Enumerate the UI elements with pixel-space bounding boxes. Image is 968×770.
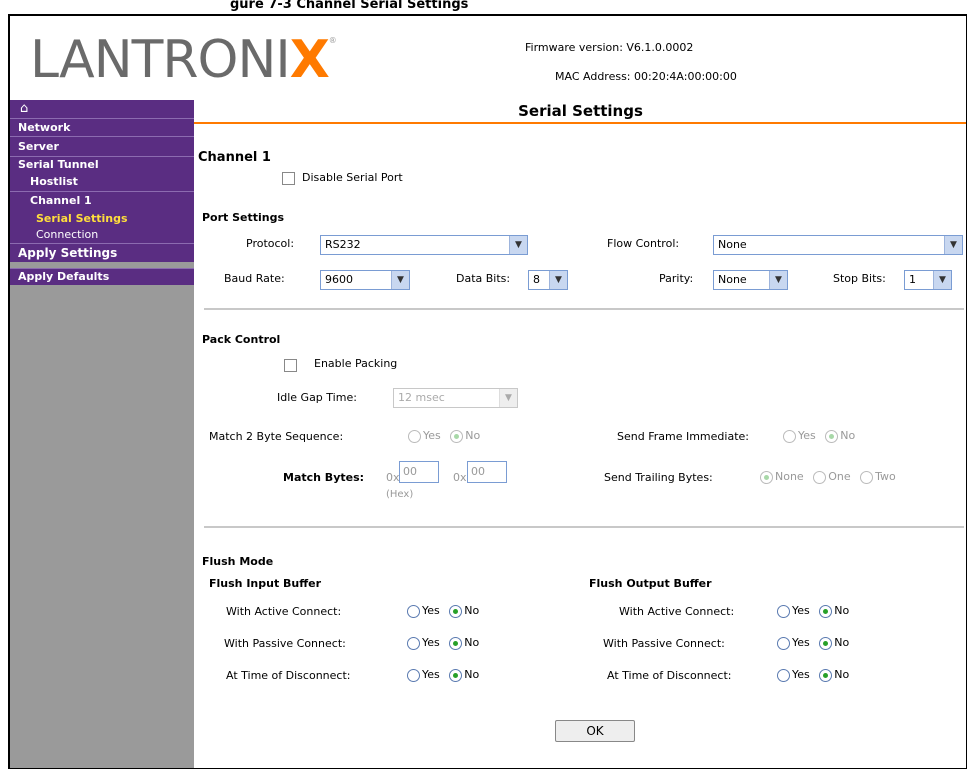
header: LANTRONIX® Firmware version: V6.1.0.0002…: [10, 16, 966, 98]
chevron-down-icon: ▼: [391, 271, 409, 289]
chevron-down-icon: ▼: [499, 389, 517, 407]
flush-input-passive-label: With Passive Connect:: [224, 637, 346, 650]
page-title: Serial Settings: [194, 100, 966, 124]
trailing-two-radio[interactable]: [860, 470, 874, 484]
flush-input-disconnect-label: At Time of Disconnect:: [226, 669, 351, 682]
flush-output-passive-yes-radio[interactable]: [777, 636, 790, 650]
lantronix-logo: LANTRONIX®: [30, 30, 337, 90]
sidebar-item-serial-tunnel[interactable]: Serial Tunnel: [10, 156, 194, 173]
trailing-one-radio[interactable]: [813, 470, 827, 484]
flush-output-disconnect-label: At Time of Disconnect:: [607, 669, 732, 682]
flush-output-disconnect-no-radio[interactable]: [819, 668, 833, 682]
baud-rate-label: Baud Rate:: [224, 272, 285, 285]
sidebar-item-channel-1[interactable]: Channel 1: [10, 191, 194, 210]
match-seq-no-radio[interactable]: [450, 429, 464, 443]
flow-control-label: Flow Control:: [607, 237, 680, 250]
browser-frame: LANTRONIX® Firmware version: V6.1.0.0002…: [8, 14, 967, 769]
match-seq-yes-radio[interactable]: [408, 429, 421, 443]
stop-bits-label: Stop Bits:: [833, 272, 886, 285]
match-bytes-hex-label: (Hex): [386, 489, 414, 500]
flush-output-active-no-radio[interactable]: [819, 604, 833, 618]
sidebar-item-apply-settings[interactable]: Apply Settings: [10, 243, 194, 262]
match-bytes-prefix-2: 0x: [453, 471, 467, 484]
firmware-version: Firmware version: V6.1.0.0002: [525, 41, 694, 54]
flush-output-passive-options: Yes No: [777, 636, 849, 650]
flush-input-passive-yes-radio[interactable]: [407, 636, 420, 650]
chevron-down-icon: ▼: [549, 271, 567, 289]
flush-input-active-label: With Active Connect:: [226, 605, 342, 618]
flush-output-active-options: Yes No: [777, 604, 849, 618]
stop-bits-select[interactable]: 1 ▼: [904, 270, 952, 290]
disable-serial-port-checkbox[interactable]: [282, 172, 295, 185]
flush-input-active-yes-radio[interactable]: [407, 604, 420, 618]
sidebar-item-serial-settings[interactable]: Serial Settings: [10, 210, 194, 227]
match-byte-2-input[interactable]: 00: [467, 461, 507, 483]
send-trailing-label: Send Trailing Bytes:: [604, 471, 713, 484]
enable-packing-label: Enable Packing: [314, 357, 398, 370]
idle-gap-select[interactable]: 12 msec ▼: [393, 388, 518, 408]
match-sequence-label: Match 2 Byte Sequence:: [209, 430, 344, 443]
mac-address: MAC Address: 00:20:4A:00:00:00: [555, 70, 737, 83]
protocol-select[interactable]: RS232 ▼: [320, 235, 528, 255]
parity-label: Parity:: [659, 272, 694, 285]
chevron-down-icon: ▼: [769, 271, 787, 289]
flush-output-active-label: With Active Connect:: [619, 605, 735, 618]
parity-select[interactable]: None ▼: [713, 270, 788, 290]
ok-button[interactable]: OK: [555, 720, 635, 742]
flush-input-disconnect-options: Yes No: [407, 668, 479, 682]
home-icon[interactable]: ⌂: [10, 100, 194, 118]
enable-packing-checkbox[interactable]: [284, 359, 297, 372]
sidebar-item-hostlist[interactable]: Hostlist: [10, 173, 194, 191]
match-byte-1-input[interactable]: 00: [399, 461, 439, 483]
flush-input-disconnect-no-radio[interactable]: [449, 668, 463, 682]
data-bits-select[interactable]: 8 ▼: [528, 270, 568, 290]
sidebar-item-network[interactable]: Network: [10, 118, 194, 136]
flush-output-heading: Flush Output Buffer: [589, 577, 712, 590]
flush-output-disconnect-yes-radio[interactable]: [777, 668, 790, 682]
send-frame-no-radio[interactable]: [825, 429, 839, 443]
send-frame-options: Yes No: [783, 429, 855, 443]
port-settings-heading: Port Settings: [202, 211, 285, 224]
flush-input-active-no-radio[interactable]: [449, 604, 463, 618]
flush-output-passive-label: With Passive Connect:: [603, 637, 725, 650]
chevron-down-icon: ▼: [509, 236, 527, 254]
idle-gap-label: Idle Gap Time:: [277, 391, 357, 404]
flush-input-passive-options: Yes No: [407, 636, 479, 650]
main-content: Serial Settings Channel 1 Disable Serial…: [194, 100, 966, 768]
match-bytes-prefix-1: 0x: [386, 471, 400, 484]
sidebar-item-server[interactable]: Server: [10, 136, 194, 156]
flush-output-active-yes-radio[interactable]: [777, 604, 790, 618]
flush-input-active-options: Yes No: [407, 604, 479, 618]
sidebar-item-apply-defaults[interactable]: Apply Defaults: [10, 268, 194, 285]
data-bits-label: Data Bits:: [456, 272, 511, 285]
flow-control-select[interactable]: None ▼: [713, 235, 963, 255]
send-frame-yes-radio[interactable]: [783, 429, 796, 443]
flush-input-disconnect-yes-radio[interactable]: [407, 668, 420, 682]
pack-control-heading: Pack Control: [202, 333, 281, 346]
baud-rate-select[interactable]: 9600 ▼: [320, 270, 410, 290]
match-bytes-label: Match Bytes:: [283, 471, 365, 484]
chevron-down-icon: ▼: [933, 271, 951, 289]
trailing-none-radio[interactable]: [760, 470, 773, 484]
send-trailing-options: None One Two: [760, 470, 896, 484]
flush-input-heading: Flush Input Buffer: [209, 577, 322, 590]
sidebar: ⌂ Network Server Serial Tunnel Hostlist …: [10, 100, 194, 768]
figure-caption: gure 7-3 Channel Serial Settings: [230, 0, 469, 12]
chevron-down-icon: ▼: [944, 236, 962, 254]
send-frame-label: Send Frame Immediate:: [617, 430, 749, 443]
disable-serial-port-label: Disable Serial Port: [302, 171, 403, 184]
sidebar-item-connection[interactable]: Connection: [10, 227, 194, 243]
flush-output-disconnect-options: Yes No: [777, 668, 849, 682]
divider: [204, 308, 964, 310]
divider: [204, 526, 964, 528]
match-sequence-options: Yes No: [408, 429, 480, 443]
protocol-label: Protocol:: [246, 237, 295, 250]
flush-input-passive-no-radio[interactable]: [449, 636, 463, 650]
channel-heading: Channel 1: [198, 150, 271, 165]
flush-output-passive-no-radio[interactable]: [819, 636, 833, 650]
flush-mode-heading: Flush Mode: [202, 555, 274, 568]
